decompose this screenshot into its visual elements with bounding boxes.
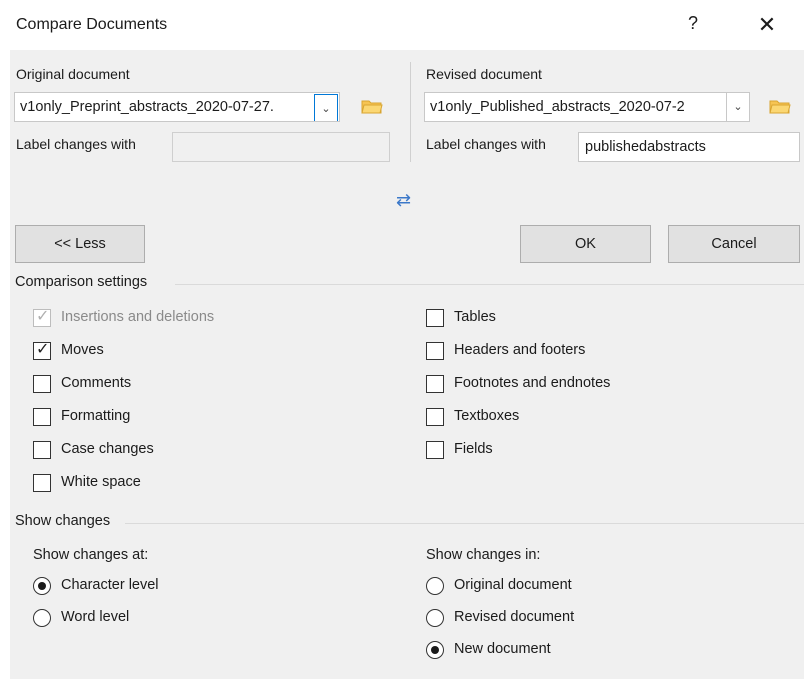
comments-label[interactable]: Comments (61, 375, 131, 391)
headers-footers-label[interactable]: Headers and footers (454, 342, 585, 358)
white-space-checkbox[interactable] (33, 474, 51, 492)
original-document-heading: Original document (16, 66, 130, 82)
revised-document-heading: Revised document (426, 66, 542, 82)
revised-label-changes-text: Label changes with (426, 136, 546, 152)
show-changes-at-heading: Show changes at: (33, 547, 149, 563)
revised-document-select[interactable]: v1only_Published_abstracts_2020-07-2 ⌄ (424, 92, 750, 122)
original-label-changes-input[interactable] (172, 132, 390, 162)
insertions-deletions-label: Insertions and deletions (61, 309, 215, 325)
section-divider (125, 523, 804, 524)
original-document-select[interactable]: v1only_Preprint_abstracts_2020-07-27. ⌄ (14, 92, 340, 122)
fields-checkbox[interactable] (426, 441, 444, 459)
character-level-radio[interactable] (33, 577, 51, 595)
white-space-label[interactable]: White space (61, 474, 141, 490)
chevron-down-icon[interactable]: ⌄ (726, 93, 749, 121)
tables-checkbox[interactable] (426, 309, 444, 327)
folder-icon[interactable] (769, 98, 791, 114)
dialog-title: Compare Documents (16, 16, 168, 33)
ok-button[interactable]: OK (520, 225, 651, 263)
insertions-deletions-checkbox: ✓ (33, 308, 51, 327)
word-level-label[interactable]: Word level (61, 609, 129, 625)
moves-label[interactable]: Moves (61, 342, 104, 358)
new-document-radio[interactable] (426, 641, 444, 659)
show-changes-in-heading: Show changes in: (426, 547, 541, 563)
checkmark-icon: ✓ (36, 341, 50, 358)
revised-document-radio[interactable] (426, 609, 444, 627)
textboxes-label[interactable]: Textboxes (454, 408, 519, 424)
section-divider (175, 284, 804, 285)
vertical-divider (410, 62, 411, 162)
word-level-radio[interactable] (33, 609, 51, 627)
tables-label[interactable]: Tables (454, 309, 496, 325)
checkmark-icon: ✓ (36, 308, 50, 325)
formatting-label[interactable]: Formatting (61, 408, 130, 424)
revised-document-value: v1only_Published_abstracts_2020-07-2 (430, 99, 685, 115)
formatting-checkbox[interactable] (33, 408, 51, 426)
case-changes-label[interactable]: Case changes (61, 441, 154, 457)
folder-icon[interactable] (361, 98, 383, 114)
character-level-label[interactable]: Character level (61, 577, 159, 593)
cancel-button[interactable]: Cancel (668, 225, 800, 263)
comments-checkbox[interactable] (33, 375, 51, 393)
original-document-radio[interactable] (426, 577, 444, 595)
headers-footers-checkbox[interactable] (426, 342, 444, 360)
original-document-value: v1only_Preprint_abstracts_2020-07-27. (20, 99, 274, 115)
radio-dot (38, 582, 46, 590)
help-button[interactable]: ? (688, 13, 698, 34)
fields-label[interactable]: Fields (454, 441, 493, 457)
revised-document-radio-label[interactable]: Revised document (454, 609, 574, 625)
comparison-settings-heading: Comparison settings (15, 274, 148, 290)
original-document-radio-label[interactable]: Original document (454, 577, 572, 593)
swap-documents-icon[interactable]: ⇄ (396, 190, 411, 211)
moves-checkbox[interactable]: ✓ (33, 341, 51, 360)
chevron-down-icon[interactable]: ⌄ (314, 94, 338, 121)
new-document-radio-label[interactable]: New document (454, 641, 551, 657)
less-button[interactable]: << Less (15, 225, 145, 263)
footnotes-endnotes-checkbox[interactable] (426, 375, 444, 393)
close-button[interactable]: ✕ (753, 10, 781, 40)
original-label-changes-text: Label changes with (16, 136, 136, 152)
radio-dot (431, 646, 439, 654)
case-changes-checkbox[interactable] (33, 441, 51, 459)
revised-label-changes-input[interactable]: publishedabstracts (578, 132, 800, 162)
textboxes-checkbox[interactable] (426, 408, 444, 426)
footnotes-endnotes-label[interactable]: Footnotes and endnotes (454, 375, 610, 391)
show-changes-heading: Show changes (15, 513, 111, 529)
